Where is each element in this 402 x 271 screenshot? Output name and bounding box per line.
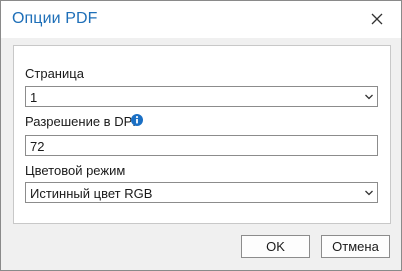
color-mode-select-value: Истинный цвет RGB	[30, 186, 153, 201]
page-select-value: 1	[30, 90, 38, 105]
page-select[interactable]: 1	[25, 86, 378, 107]
dpi-label: Разрешение в DPI	[25, 114, 136, 129]
chevron-down-icon	[365, 190, 373, 196]
close-icon	[371, 13, 383, 25]
ok-button[interactable]: OK	[241, 235, 310, 258]
dpi-input-value: 72	[30, 139, 45, 154]
info-icon[interactable]	[131, 114, 143, 126]
dialog-title: Опции PDF	[12, 10, 98, 27]
close-button[interactable]	[367, 9, 387, 29]
cancel-button[interactable]: Отмена	[321, 235, 390, 258]
pdf-options-dialog: Опции PDF Страница 1 Разрешение в DPI 72…	[0, 0, 402, 271]
dpi-input[interactable]: 72	[25, 135, 378, 156]
page-label: Страница	[25, 66, 84, 81]
title-bar: Опции PDF	[1, 1, 401, 38]
chevron-down-icon	[365, 94, 373, 100]
color-mode-label: Цветовой режим	[25, 163, 126, 178]
options-panel: Страница 1 Разрешение в DPI 72 Цветовой …	[13, 45, 391, 224]
color-mode-select[interactable]: Истинный цвет RGB	[25, 182, 378, 203]
